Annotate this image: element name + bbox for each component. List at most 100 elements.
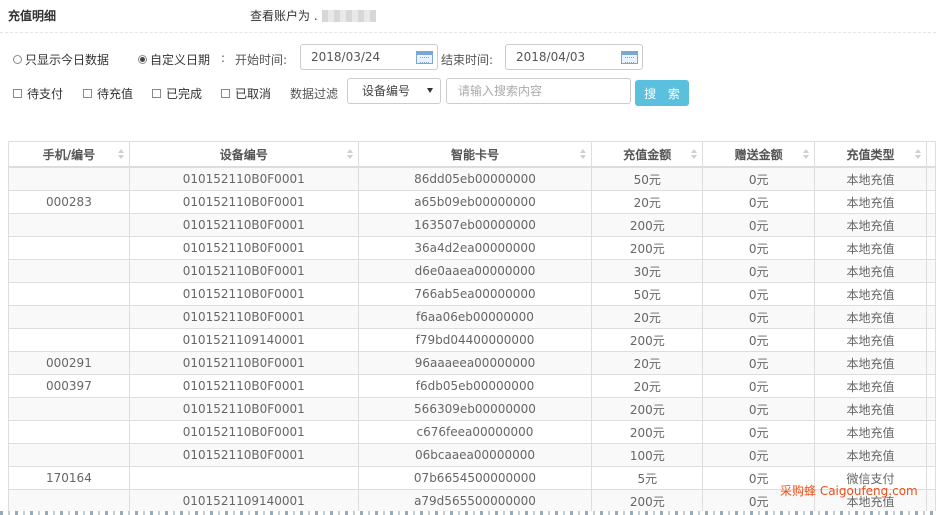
table-cell: 566309eb00000000 (357, 397, 593, 421)
sort-icon[interactable] (914, 149, 921, 159)
table-cell: 010152110B0F0001 (128, 166, 359, 191)
table-cell: 07b6654500000000 (357, 466, 593, 490)
table-row[interactable]: 010152110B0F0001 36a4d2ea00000000 200元 0元 本地… (8, 236, 936, 260)
table-cell: 010152110B0F0001 (128, 397, 359, 421)
account-label: 查看账户为 . (250, 9, 318, 23)
table-cell: 0元 (702, 305, 816, 329)
table-row[interactable]: 010152110B0F0001 86dd05eb00000000 50元 0元 本地充… (8, 166, 936, 191)
table-row[interactable]: 010152110B0F0001 766ab5ea00000000 50元 0元 本地充… (8, 282, 936, 306)
table-cell (8, 236, 130, 260)
table-row[interactable]: 010152110B0F0001 c676feea00000000 200元 0元 本地… (8, 420, 936, 444)
table-cell: f6aa06eb00000000 (357, 305, 593, 329)
table-cell: 0元 (702, 259, 816, 283)
calendar-icon[interactable] (416, 51, 433, 64)
checkbox-icon[interactable] (221, 89, 230, 98)
start-date-input[interactable]: 2018/03/24 (300, 44, 438, 70)
table-row[interactable]: 000283 010152110B0F0001 a65b09eb00000000 20… (8, 190, 936, 214)
bottom-scroll-edge (0, 511, 936, 515)
radio-selected-icon[interactable] (138, 55, 147, 64)
table-cell: 本地充值 (814, 259, 927, 283)
table-cell: 200元 (591, 213, 704, 237)
column-header[interactable]: 赠送金额 (702, 141, 816, 168)
table-cell: f6db05eb00000000 (357, 374, 593, 398)
table-row[interactable]: 0101521109140001 f79bd04400000000 200元 0元 本地… (8, 328, 936, 352)
table-cell-overflow (925, 236, 936, 260)
check-cancelled[interactable]: 已取消 (221, 85, 271, 102)
table-cell-overflow (925, 489, 936, 513)
end-date-value: 2018/04/03 (516, 50, 586, 64)
table-cell-overflow (925, 282, 936, 306)
radio-custom-label: 自定义日期 (150, 53, 211, 67)
radio-custom-date[interactable]: 自定义日期 (138, 51, 210, 68)
table-cell: 0101521109140001 (128, 328, 359, 352)
start-date-value: 2018/03/24 (311, 50, 381, 64)
table-cell: 0元 (702, 420, 816, 444)
table-cell: c676feea00000000 (357, 420, 593, 444)
check-label: 待支付 (27, 87, 64, 101)
table-cell-overflow (925, 466, 936, 490)
table-row[interactable]: 010152110B0F0001 566309eb00000000 200元 0元 本地… (8, 397, 936, 421)
table-cell: 200元 (591, 420, 704, 444)
check-label: 待充值 (97, 87, 134, 101)
data-filter-label: 数据过滤 (290, 87, 339, 101)
table-cell: f79bd04400000000 (357, 328, 593, 352)
check-label: 已取消 (235, 87, 272, 101)
account-info: 查看账户为 . (250, 7, 376, 24)
sort-icon[interactable] (117, 149, 124, 159)
sort-icon[interactable] (580, 149, 587, 159)
radio-icon[interactable] (13, 55, 22, 64)
column-header[interactable]: 手机/编号 (8, 141, 130, 168)
sort-icon[interactable] (803, 149, 810, 159)
column-header[interactable]: 充值金额 (591, 141, 704, 168)
table-cell: 200元 (591, 489, 704, 513)
table-cell: 010152110B0F0001 (128, 213, 359, 237)
column-header[interactable]: 充值类型 (814, 141, 927, 168)
sort-icon[interactable] (691, 149, 698, 159)
calendar-icon[interactable] (621, 51, 638, 64)
table-cell: 本地充值 (814, 282, 927, 306)
table-cell (8, 282, 130, 306)
table-cell: 163507eb00000000 (357, 213, 593, 237)
check-pending-recharge[interactable]: 待充值 (83, 85, 133, 102)
table-row[interactable]: 010152110B0F0001 163507eb00000000 200元 0元 本地… (8, 213, 936, 237)
check-completed[interactable]: 已完成 (152, 85, 202, 102)
search-input[interactable] (446, 78, 631, 104)
column-header[interactable]: 智能卡号 (357, 141, 593, 168)
table-cell: 本地充值 (814, 443, 927, 467)
table-row[interactable]: 000397 010152110B0F0001 f6db05eb00000000 20… (8, 374, 936, 398)
table-cell (8, 213, 130, 237)
search-button[interactable]: 搜 索 (635, 80, 689, 106)
table-row[interactable]: 010152110B0F0001 f6aa06eb00000000 20元 0元 本地充… (8, 305, 936, 329)
table-cell: 本地充值 (814, 328, 927, 352)
colon-separator: : (221, 51, 226, 65)
checkbox-icon[interactable] (152, 89, 161, 98)
caret-down-icon (427, 88, 433, 93)
table-cell (8, 328, 130, 352)
table-cell-overflow (925, 213, 936, 237)
table-cell: 0元 (702, 190, 816, 214)
column-header[interactable]: 设备编号 (128, 141, 359, 168)
table-cell: 本地充值 (814, 213, 927, 237)
table-cell: a65b09eb00000000 (357, 190, 593, 214)
table-row[interactable]: 000291 010152110B0F0001 96aaaeea00000000 20… (8, 351, 936, 375)
table-cell: 30元 (591, 259, 704, 283)
table-cell (8, 259, 130, 283)
table-cell: 170164 (8, 466, 130, 490)
table-row[interactable]: 010152110B0F0001 d6e0aaea00000000 30元 0元 本地充… (8, 259, 936, 283)
header-bar: 充值明细 查看账户为 . (0, 0, 936, 33)
table-cell: 010152110B0F0001 (128, 259, 359, 283)
checkbox-icon[interactable] (83, 89, 92, 98)
table-row[interactable]: 010152110B0F0001 06bcaaea00000000 100元 0元 本地… (8, 443, 936, 467)
checkbox-icon[interactable] (13, 89, 22, 98)
table-cell-overflow (925, 259, 936, 283)
filter-field-select[interactable]: 设备编号 (347, 78, 441, 104)
radio-today-only[interactable]: 只显示今日数据 (13, 51, 109, 68)
table-cell: 010152110B0F0001 (128, 282, 359, 306)
table-cell: 010152110B0F0001 (128, 351, 359, 375)
check-pending-payment[interactable]: 待支付 (13, 85, 63, 102)
table-cell-overflow (925, 443, 936, 467)
table-cell: 本地充值 (814, 166, 927, 191)
table-cell: 20元 (591, 374, 704, 398)
sort-icon[interactable] (346, 149, 353, 159)
end-date-input[interactable]: 2018/04/03 (505, 44, 643, 70)
